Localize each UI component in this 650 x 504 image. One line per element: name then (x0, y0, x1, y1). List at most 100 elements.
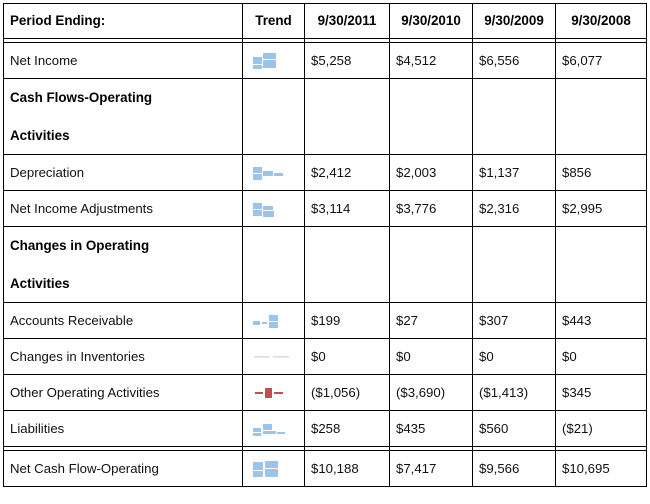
value-cell: $435 (390, 411, 473, 447)
trend-sparkline-bars-blue-icon (243, 411, 305, 447)
column-header-9-30-2011: 9/30/2011 (305, 3, 390, 39)
value-cell-empty (305, 117, 390, 155)
column-header-trend: Trend (243, 3, 305, 39)
group-heading-label: Activities (3, 117, 243, 155)
group-heading-label: Activities (3, 265, 243, 303)
sparkline (249, 383, 295, 403)
table-row: Net Income Adjustments $3,114 $3,776 $2,316… (3, 191, 647, 227)
financial-statement-table: Period Ending: Trend 9/30/2011 9/30/2010 9/3… (0, 3, 650, 504)
value-cell-empty (556, 265, 647, 303)
value-cell: $27 (390, 303, 473, 339)
value-cell: $9,566 (473, 451, 556, 487)
value-cell: $2,995 (556, 191, 647, 227)
value-cell-empty (556, 117, 647, 155)
table-row-group-heading: Cash Flows-Operating (3, 79, 647, 117)
value-cell: $1,137 (473, 155, 556, 191)
value-cell-empty (390, 265, 473, 303)
value-cell: $3,776 (390, 191, 473, 227)
value-cell-empty (473, 265, 556, 303)
table-body: Net Income $5,258 $4,512 $6,556 $6,077 Cash F… (3, 39, 647, 487)
value-cell-empty (473, 79, 556, 117)
value-cell: $4,512 (390, 43, 473, 79)
trend-cell-empty (243, 117, 305, 155)
value-cell-empty (305, 227, 390, 265)
row-label-net-income-adjustments: Net Income Adjustments (3, 191, 243, 227)
value-cell-empty (390, 227, 473, 265)
value-cell: $6,077 (556, 43, 647, 79)
value-cell: $2,412 (305, 155, 390, 191)
value-cell: ($3,690) (390, 375, 473, 411)
row-label-changes-in-inventories: Changes in Inventories (3, 339, 243, 375)
value-cell: $0 (473, 339, 556, 375)
row-label-liabilities: Liabilities (3, 411, 243, 447)
table-row: Net Cash Flow-Operating $10,188 $7,417 $9,5… (3, 451, 647, 487)
value-cell-empty (473, 117, 556, 155)
sparkline (249, 347, 295, 367)
value-cell: ($1,413) (473, 375, 556, 411)
table-row: Liabilities $258 $435 $560 ($21) (3, 411, 647, 447)
value-cell-empty (390, 79, 473, 117)
trend-cell-empty (243, 227, 305, 265)
group-heading-label: Changes in Operating (3, 227, 243, 265)
value-cell: $10,695 (556, 451, 647, 487)
value-cell: $3,114 (305, 191, 390, 227)
value-cell-empty (473, 227, 556, 265)
cash-flow-table: Period Ending: Trend 9/30/2011 9/30/2010 9/3… (3, 3, 647, 487)
row-label-other-operating-activities: Other Operating Activities (3, 375, 243, 411)
value-cell-empty (305, 79, 390, 117)
trend-sparkline-bars-red-icon (243, 375, 305, 411)
table-row: Accounts Receivable $199 $27 $307 $443 (3, 303, 647, 339)
value-cell-empty (556, 79, 647, 117)
table-row: Changes in Inventories $0 $0 $0 $0 (3, 339, 647, 375)
row-label-accounts-receivable: Accounts Receivable (3, 303, 243, 339)
sparkline (249, 311, 295, 331)
column-header-9-30-2008: 9/30/2008 (556, 3, 647, 39)
sparkline (249, 163, 295, 183)
trend-sparkline-flat-line-icon (243, 339, 305, 375)
table-row: Depreciation $2,412 $2,003 $1,137 $856 (3, 155, 647, 191)
value-cell-empty (556, 227, 647, 265)
value-cell-empty (305, 265, 390, 303)
table-row-group-heading: Activities (3, 265, 647, 303)
value-cell: $5,258 (305, 43, 390, 79)
sparkline (249, 51, 295, 71)
row-label-net-income: Net Income (3, 43, 243, 79)
row-label-depreciation: Depreciation (3, 155, 243, 191)
table-row-group-heading: Activities (3, 117, 647, 155)
trend-sparkline-bars-blue-icon (243, 155, 305, 191)
trend-cell-empty (243, 79, 305, 117)
sparkline (249, 199, 295, 219)
table-header: Period Ending: Trend 9/30/2011 9/30/2010 9/3… (3, 3, 647, 39)
value-cell: ($21) (556, 411, 647, 447)
value-cell: $2,316 (473, 191, 556, 227)
sparkline (249, 419, 295, 439)
value-cell: $560 (473, 411, 556, 447)
trend-sparkline-bars-blue-icon (243, 191, 305, 227)
value-cell: $0 (556, 339, 647, 375)
group-heading-label: Cash Flows-Operating (3, 79, 243, 117)
table-row-group-heading: Changes in Operating (3, 227, 647, 265)
trend-sparkline-bars-blue-icon (243, 43, 305, 79)
value-cell-empty (390, 117, 473, 155)
value-cell: $199 (305, 303, 390, 339)
column-header-9-30-2010: 9/30/2010 (390, 3, 473, 39)
value-cell: $856 (556, 155, 647, 191)
value-cell: $2,003 (390, 155, 473, 191)
table-header-row: Period Ending: Trend 9/30/2011 9/30/2010 9/3… (3, 3, 647, 39)
value-cell: $307 (473, 303, 556, 339)
value-cell: $443 (556, 303, 647, 339)
trend-sparkline-bars-blue-icon (243, 303, 305, 339)
trend-sparkline-bars-blue-icon (243, 451, 305, 487)
sparkline (249, 459, 295, 479)
column-header-9-30-2009: 9/30/2009 (473, 3, 556, 39)
value-cell: $258 (305, 411, 390, 447)
value-cell: $7,417 (390, 451, 473, 487)
table-row: Net Income $5,258 $4,512 $6,556 $6,077 (3, 43, 647, 79)
value-cell: $6,556 (473, 43, 556, 79)
value-cell: $345 (556, 375, 647, 411)
value-cell: $0 (305, 339, 390, 375)
value-cell: $10,188 (305, 451, 390, 487)
value-cell: ($1,056) (305, 375, 390, 411)
table-row: Other Operating Activities ($1,056) ($3,69… (3, 375, 647, 411)
trend-cell-empty (243, 265, 305, 303)
